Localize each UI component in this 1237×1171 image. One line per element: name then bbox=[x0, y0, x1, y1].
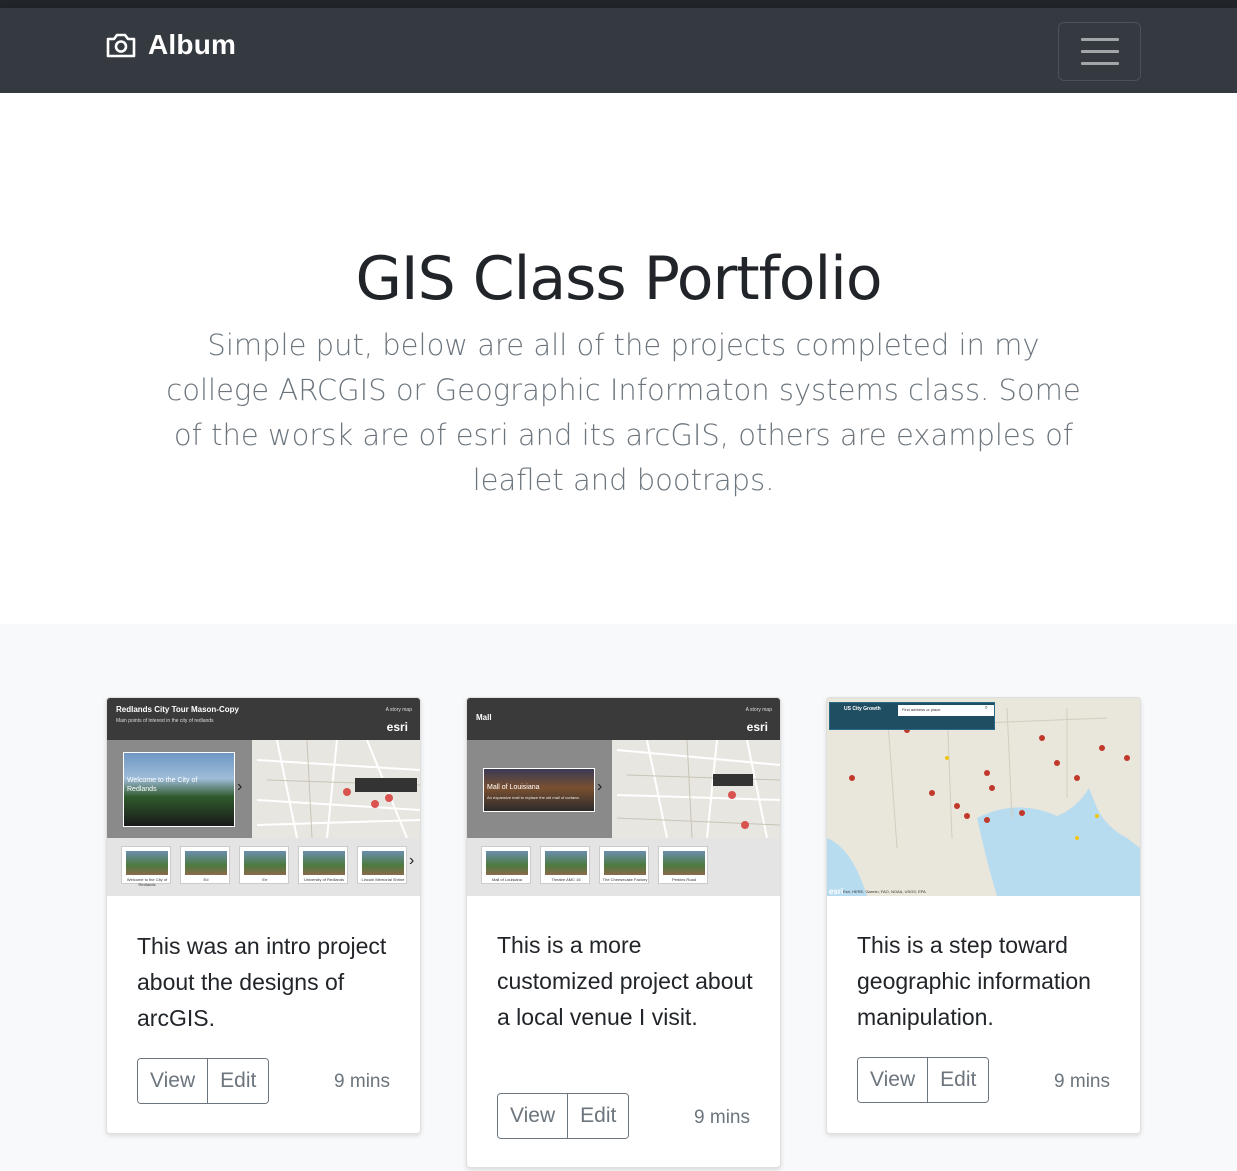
hamburger-icon bbox=[1080, 38, 1119, 41]
map-title: US City Growth bbox=[844, 706, 881, 712]
story-map-tile-strip: Mall of Louisiana Theatre AMC 16 The Che… bbox=[467, 838, 780, 896]
tile-label: Theatre AMC 16 bbox=[551, 877, 581, 882]
story-map-title: Redlands City Tour Mason-Copy bbox=[116, 705, 239, 714]
tile-1[interactable]: Mall of Louisiana bbox=[481, 846, 531, 884]
hamburger-icon-bar-2 bbox=[1080, 50, 1119, 53]
tile-label: Perkins Road bbox=[671, 877, 696, 882]
tile-label: Err bbox=[262, 877, 268, 882]
story-map-header: Redlands City Tour Mason-Copy Main point… bbox=[107, 698, 420, 740]
navbar-toggler-button[interactable] bbox=[1058, 22, 1141, 81]
panel-caption-sub: An expansive mall to replace the old mal… bbox=[487, 795, 580, 800]
card-thumbnail[interactable]: US City Growth Find address or place ⌕ E… bbox=[827, 698, 1140, 896]
project-card-3: US City Growth Find address or place ⌕ E… bbox=[826, 697, 1141, 1134]
tile-3[interactable]: The Cheesecake Factory bbox=[599, 846, 649, 884]
tile-4[interactable]: University of Redlands bbox=[298, 846, 348, 884]
card-button-group: View Edit bbox=[857, 1057, 990, 1103]
view-button[interactable]: View bbox=[138, 1059, 208, 1103]
time-label: 9 mins bbox=[694, 1107, 750, 1128]
story-map-label: A story map bbox=[385, 707, 412, 713]
esri-logo: esri bbox=[746, 720, 768, 734]
tile-3[interactable]: Err bbox=[239, 846, 289, 884]
card-button-group: View Edit bbox=[497, 1093, 630, 1139]
card-thumbnail[interactable]: Mall A story map esri Mall of Louisiana … bbox=[467, 698, 780, 896]
tile-2[interactable]: Ed bbox=[180, 846, 230, 884]
story-map-title: Mall bbox=[476, 713, 492, 722]
edit-button[interactable]: Edit bbox=[927, 1058, 989, 1102]
album-section: Redlands City Tour Mason-Copy Main point… bbox=[0, 624, 1237, 1171]
tile-label: Ed bbox=[203, 877, 209, 882]
story-map-subtitle: Main points of interest in the city of r… bbox=[116, 718, 214, 724]
tile-1[interactable]: Welcome to the City of Redlands bbox=[121, 846, 171, 887]
card-thumbnail[interactable]: Redlands City Tour Mason-Copy Main point… bbox=[107, 698, 420, 896]
search-input[interactable]: Find address or place bbox=[898, 705, 994, 716]
hero-lead: Simple put, below are all of the project… bbox=[166, 328, 1081, 497]
brand-link[interactable]: Album bbox=[105, 30, 236, 60]
card-text: This is a more customized project about … bbox=[497, 932, 753, 1030]
project-card-1: Redlands City Tour Mason-Copy Main point… bbox=[106, 697, 421, 1134]
time-label: 9 mins bbox=[1054, 1071, 1110, 1092]
story-map-header: Mall A story map esri bbox=[467, 698, 780, 740]
card-text: This was an intro project about the desi… bbox=[137, 933, 387, 1031]
tile-5[interactable]: Lincoln Memorial Shrine bbox=[357, 846, 407, 884]
story-map-tile-strip: Welcome to the City of Redlands Ed Err U… bbox=[107, 838, 420, 896]
tile-label: Mall of Louisiana bbox=[491, 877, 523, 882]
view-button[interactable]: View bbox=[498, 1094, 568, 1138]
tile-4[interactable]: Perkins Road bbox=[658, 846, 708, 884]
story-map-panel: Mall of Louisiana An expansive mall to r… bbox=[467, 740, 612, 838]
camera-icon bbox=[106, 33, 136, 58]
esri-attribution: Esri, HERE, Garmin, FAO, NOAA, USGS, EPA bbox=[843, 889, 926, 894]
tile-label: Welcome to the City of Redlands bbox=[126, 877, 168, 887]
chevron-right-icon[interactable]: › bbox=[597, 778, 602, 796]
hamburger-icon-bar-3 bbox=[1080, 62, 1119, 65]
story-map-panel: Welcome to the City of Redlands › bbox=[107, 740, 252, 838]
tile-label: The Cheesecake Factory bbox=[602, 877, 648, 882]
card-text: This is a step toward geographic informa… bbox=[857, 932, 1091, 1030]
panel-caption: Mall of Louisiana bbox=[487, 784, 540, 791]
view-button[interactable]: View bbox=[858, 1058, 928, 1102]
panel-caption: Welcome to the City of Redlands bbox=[127, 777, 198, 793]
search-icon[interactable]: ⌕ bbox=[985, 705, 988, 712]
project-card-2: Mall A story map esri Mall of Louisiana … bbox=[466, 697, 781, 1168]
tile-label: Lincoln Memorial Shrine bbox=[361, 877, 405, 882]
page-title: GIS Class Portfolio bbox=[355, 244, 882, 314]
esri-logo: esri bbox=[829, 887, 844, 896]
hero-section: GIS Class Portfolio Simple put, below ar… bbox=[0, 93, 1237, 624]
us-city-growth-map: US City Growth Find address or place ⌕ E… bbox=[827, 698, 1140, 896]
tile-label: University of Redlands bbox=[303, 877, 345, 882]
navbar: Album bbox=[0, 8, 1237, 93]
card-button-group: View Edit bbox=[137, 1058, 270, 1104]
chevron-right-icon[interactable]: › bbox=[409, 852, 414, 870]
map-toolbar: US City Growth Find address or place ⌕ bbox=[829, 702, 995, 730]
brand-text: Album bbox=[148, 29, 237, 60]
edit-button[interactable]: Edit bbox=[207, 1059, 269, 1103]
tile-2[interactable]: Theatre AMC 16 bbox=[540, 846, 590, 884]
esri-logo: esri bbox=[386, 720, 408, 734]
time-label: 9 mins bbox=[334, 1071, 390, 1092]
top-strip bbox=[0, 0, 1237, 8]
chevron-right-icon[interactable]: › bbox=[237, 778, 242, 796]
story-map-label: A story map bbox=[745, 707, 772, 713]
edit-button[interactable]: Edit bbox=[567, 1094, 629, 1138]
